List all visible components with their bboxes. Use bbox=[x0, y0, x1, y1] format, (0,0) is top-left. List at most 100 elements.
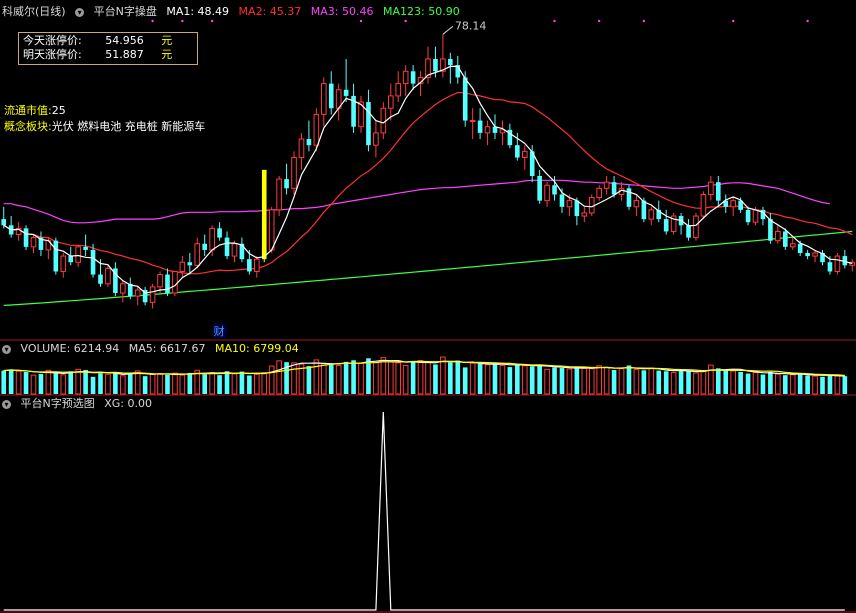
candle-body bbox=[402, 70, 409, 85]
volume-bar bbox=[775, 373, 781, 395]
candle-body bbox=[641, 200, 647, 220]
volume-bar bbox=[574, 366, 580, 394]
candle-body bbox=[834, 255, 841, 272]
candle-body bbox=[187, 262, 193, 266]
candle-body bbox=[209, 227, 215, 251]
concept-line: 概念板块:光伏 燃料电池 充电桩 新能源车 bbox=[4, 119, 205, 134]
volume-bar bbox=[134, 370, 141, 395]
candle-body bbox=[484, 126, 491, 134]
volume-bar bbox=[417, 360, 424, 395]
candle-body bbox=[194, 243, 201, 266]
top-dot bbox=[731, 19, 735, 23]
candle-body bbox=[686, 225, 691, 238]
volume-bar bbox=[261, 372, 268, 395]
volume-bar bbox=[626, 365, 632, 394]
volume-bar bbox=[603, 366, 610, 395]
candle-body bbox=[105, 267, 111, 285]
candle-body bbox=[23, 228, 29, 247]
float-cap-label: 流通市值: bbox=[4, 104, 52, 117]
candle-body bbox=[448, 58, 453, 66]
tomorrow-limit-value: 51.887 bbox=[105, 48, 144, 61]
candle-body bbox=[588, 197, 595, 214]
candle-body bbox=[165, 274, 170, 294]
volume-bar bbox=[842, 376, 848, 394]
float-cap-value: 25 bbox=[51, 104, 66, 117]
candle-body bbox=[745, 209, 751, 223]
vol-ma5-value: MA5: 6617.67 bbox=[128, 342, 206, 355]
volume-bar bbox=[1, 370, 7, 394]
candle-body bbox=[149, 286, 156, 303]
dropdown-icon[interactable]: ▾ bbox=[2, 344, 11, 354]
volume-bar bbox=[648, 367, 655, 395]
candle-body bbox=[291, 157, 297, 189]
volume-bar bbox=[723, 370, 729, 394]
candle-body bbox=[276, 178, 282, 211]
volume-bar bbox=[149, 374, 156, 395]
stock-chart[interactable]: 78.14 财 bbox=[0, 0, 856, 613]
volume-bar bbox=[827, 374, 833, 394]
today-limit-label: 今天涨停价: bbox=[23, 34, 82, 47]
volume-bar bbox=[30, 374, 37, 395]
candle-body bbox=[60, 255, 67, 272]
ma1-value: MA1: 48.49 bbox=[166, 5, 230, 18]
volume-bar bbox=[90, 376, 96, 394]
indicator-name: 平台N字操盘 bbox=[93, 5, 157, 18]
volume-bar bbox=[38, 373, 44, 394]
volume-bar bbox=[596, 365, 603, 395]
volume-bar bbox=[105, 373, 111, 395]
volume-header: ▾ VOLUME: 6214.94 MA5: 6617.67 MA10: 679… bbox=[2, 342, 305, 356]
candle-body bbox=[395, 83, 402, 97]
candle-body bbox=[782, 231, 788, 247]
candle-body bbox=[328, 83, 334, 109]
candle-body bbox=[120, 283, 126, 294]
volume-bar bbox=[380, 357, 387, 395]
volume-bar bbox=[537, 364, 542, 394]
volume-bar bbox=[618, 368, 625, 395]
volume-bar bbox=[507, 367, 513, 394]
volume-bar bbox=[45, 369, 52, 395]
candle-body bbox=[700, 193, 707, 217]
volume-bar bbox=[351, 360, 356, 394]
cai-marker: 财 bbox=[214, 324, 225, 338]
volume-bar bbox=[402, 364, 409, 395]
candle-body bbox=[812, 252, 818, 257]
high-marker-label: 78.14 bbox=[455, 19, 487, 32]
limit-price-box: 今天涨停价: 54.956 元 明天涨停价: 51.887 元 bbox=[18, 32, 198, 65]
candle-body bbox=[768, 219, 773, 241]
candle-body bbox=[373, 132, 379, 146]
candle-body bbox=[633, 200, 640, 208]
tomorrow-limit-unit: 元 bbox=[161, 48, 173, 61]
volume-bar bbox=[462, 367, 468, 394]
candle-body bbox=[552, 185, 557, 195]
candle-body bbox=[83, 246, 88, 250]
dropdown-icon[interactable]: ▾ bbox=[75, 7, 85, 17]
volume-bar bbox=[745, 373, 751, 394]
candle-body bbox=[298, 138, 305, 159]
volume-bar bbox=[544, 368, 550, 395]
top-dot bbox=[598, 19, 601, 23]
volume-bar bbox=[328, 364, 334, 394]
top-dot bbox=[210, 19, 214, 23]
candle-body bbox=[268, 209, 275, 251]
candle-body bbox=[462, 77, 468, 121]
volume-bar bbox=[834, 375, 841, 395]
candle-body bbox=[515, 145, 520, 158]
volume-bar bbox=[165, 374, 170, 394]
candle-body bbox=[663, 219, 669, 232]
volume-bar bbox=[820, 376, 825, 394]
candle-body bbox=[805, 253, 810, 257]
candle-body bbox=[596, 187, 603, 199]
candle-body bbox=[134, 289, 141, 297]
volume-bar bbox=[320, 363, 327, 395]
candle-body bbox=[343, 89, 349, 96]
candle-body bbox=[313, 113, 320, 146]
volume-bar bbox=[484, 364, 491, 395]
volume-bar bbox=[142, 376, 148, 394]
dropdown-icon[interactable]: ▾ bbox=[2, 399, 11, 409]
candle-body bbox=[179, 261, 186, 272]
volume-bar bbox=[641, 370, 647, 394]
volume-bar bbox=[187, 372, 193, 394]
volume-bar bbox=[782, 375, 788, 394]
candle-body bbox=[603, 181, 610, 189]
volume-bar bbox=[231, 373, 238, 395]
